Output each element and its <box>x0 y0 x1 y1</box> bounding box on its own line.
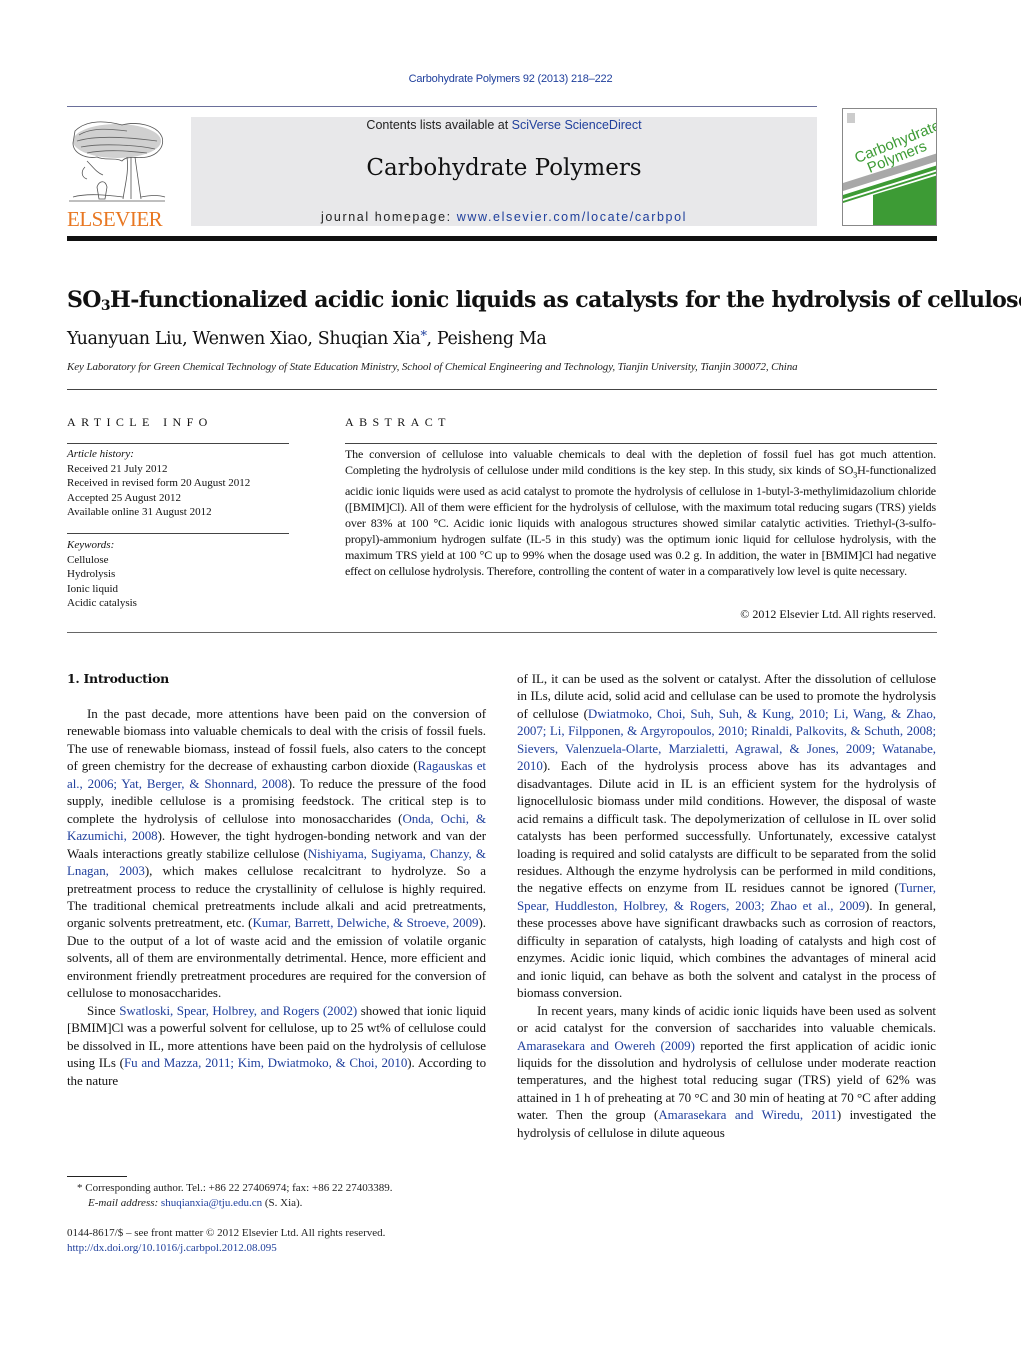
elsevier-wordmark: ELSEVIER <box>67 207 163 231</box>
keyword-item: Acidic catalysis <box>67 597 137 609</box>
citation-link[interactable]: Fu and Mazza, 2011; Kim, Dwiatmoko, & Ch… <box>124 1055 407 1070</box>
body-left-column: In the past decade, more attentions have… <box>67 705 486 1089</box>
keywords-label: Keywords: <box>67 539 115 551</box>
history-label: Article history: <box>67 448 134 460</box>
sciencedirect-link[interactable]: SciVerse ScienceDirect <box>512 118 642 132</box>
elsevier-tree-icon <box>69 121 166 202</box>
header-rule <box>67 106 817 107</box>
history-item: Received in revised form 20 August 2012 <box>67 477 251 489</box>
abstract-text-a: The conversion of cellulose into valuabl… <box>345 447 936 477</box>
abstract-heading: ABSTRACT <box>345 415 451 429</box>
paragraph: of IL, it can be used as the solvent or … <box>517 670 936 1002</box>
article-history: Article history: Received 21 July 2012 R… <box>67 447 289 520</box>
email-label: E-mail address: <box>88 1197 161 1209</box>
keyword-item: Hydrolysis <box>67 568 116 580</box>
article-info-heading: ARTICLE INFO <box>67 415 213 429</box>
citation-link[interactable]: Amarasekara and Wiredu, 2011 <box>658 1107 837 1122</box>
email-footnote: E-mail address: shuqianxia@tju.edu.cn (S… <box>88 1196 302 1211</box>
history-item: Available online 31 August 2012 <box>67 506 212 518</box>
email-link[interactable]: shuqianxia@tju.edu.cn <box>161 1197 262 1209</box>
keyword-item: Cellulose <box>67 553 109 566</box>
journal-citation-link[interactable]: Carbohydrate Polymers 92 (2013) 218–222 <box>0 73 1021 85</box>
keyword-item: Ionic liquid <box>67 582 119 595</box>
journal-cover-thumbnail[interactable]: Carbohydrate Polymers <box>842 108 937 226</box>
abstract-rule <box>345 443 937 444</box>
body-text: In recent years, many kinds of acidic io… <box>517 1002 936 1036</box>
author-list: Yuanyuan Liu, Wenwen Xiao, Shuqian Xia*,… <box>67 329 547 349</box>
homepage-line: journal homepage: www.elsevier.com/locat… <box>191 210 817 224</box>
contents-line: Contents lists available at SciVerse Sci… <box>191 118 817 132</box>
footnote-rule <box>67 1176 127 1177</box>
authors-part1: Yuanyuan Liu, Wenwen Xiao, Shuqian Xia <box>67 329 421 349</box>
body-text: ). Each of the hydrolysis process above … <box>517 758 936 896</box>
history-item: Accepted 25 August 2012 <box>67 491 181 504</box>
section-heading-introduction: 1. Introduction <box>67 671 169 686</box>
title-rest: H-functionalized acidic ionic liquids as… <box>110 287 1021 313</box>
body-right-column: of IL, it can be used as the solvent or … <box>517 670 936 1141</box>
paragraph: Since Swatloski, Spear, Holbrey, and Rog… <box>67 1002 486 1089</box>
doi-link[interactable]: http://dx.doi.org/10.1016/j.carbpol.2012… <box>67 1241 277 1256</box>
body-text: Since <box>87 1002 120 1018</box>
title-subscript: 3 <box>100 298 111 314</box>
paragraph: In recent years, many kinds of acidic io… <box>517 1002 936 1142</box>
elsevier-logo[interactable]: ELSEVIER <box>67 117 167 231</box>
abstract-body: The conversion of cellulose into valuabl… <box>345 446 936 579</box>
homepage-prefix: journal homepage: <box>320 210 457 224</box>
journal-homepage-link[interactable]: www.elsevier.com/locate/carbpol <box>457 210 687 224</box>
abstract-divider <box>67 632 937 633</box>
corresponding-author-footnote: * Corresponding author. Tel.: +86 22 274… <box>77 1181 392 1196</box>
title-prefix: SO <box>67 287 101 313</box>
journal-masthead: Contents lists available at SciVerse Sci… <box>191 117 817 226</box>
affiliation: Key Laboratory for Green Chemical Techno… <box>67 361 798 373</box>
abstract-copyright: © 2012 Elsevier Ltd. All rights reserved… <box>740 607 936 621</box>
front-matter-note: 0144-8617/$ – see front matter © 2012 El… <box>67 1227 386 1239</box>
contents-prefix: Contents lists available at <box>366 118 512 132</box>
article-title: SO3H-functionalized acidic ionic liquids… <box>67 287 1021 314</box>
authors-part2: , Peisheng Ma <box>426 329 547 349</box>
body-text: ). In general, these processes above hav… <box>517 897 936 1001</box>
journal-name: Carbohydrate Polymers <box>366 155 642 181</box>
title-divider <box>67 389 937 390</box>
history-item: Received 21 July 2012 <box>67 462 168 475</box>
email-suffix: (S. Xia). <box>262 1197 303 1209</box>
citation-link[interactable]: Amarasekara and Owereh (2009) <box>517 1038 695 1053</box>
citation-link[interactable]: Kumar, Barrett, Delwiche, & Stroeve, 200… <box>252 915 478 930</box>
keywords-rule <box>67 533 289 534</box>
abstract-text-b: H-functionalized acidic ionic liquids we… <box>345 463 936 579</box>
paragraph: In the past decade, more attentions have… <box>67 705 486 1002</box>
keywords: Keywords: Cellulose Hydrolysis Ionic liq… <box>67 538 289 611</box>
citation-link[interactable]: Swatloski, Spear, Holbrey, and Rogers (2… <box>119 1003 357 1018</box>
footnote-contact: Corresponding author. Tel.: +86 22 27406… <box>82 1182 393 1194</box>
article-info-rule <box>67 443 289 444</box>
header-thick-rule <box>67 236 937 241</box>
